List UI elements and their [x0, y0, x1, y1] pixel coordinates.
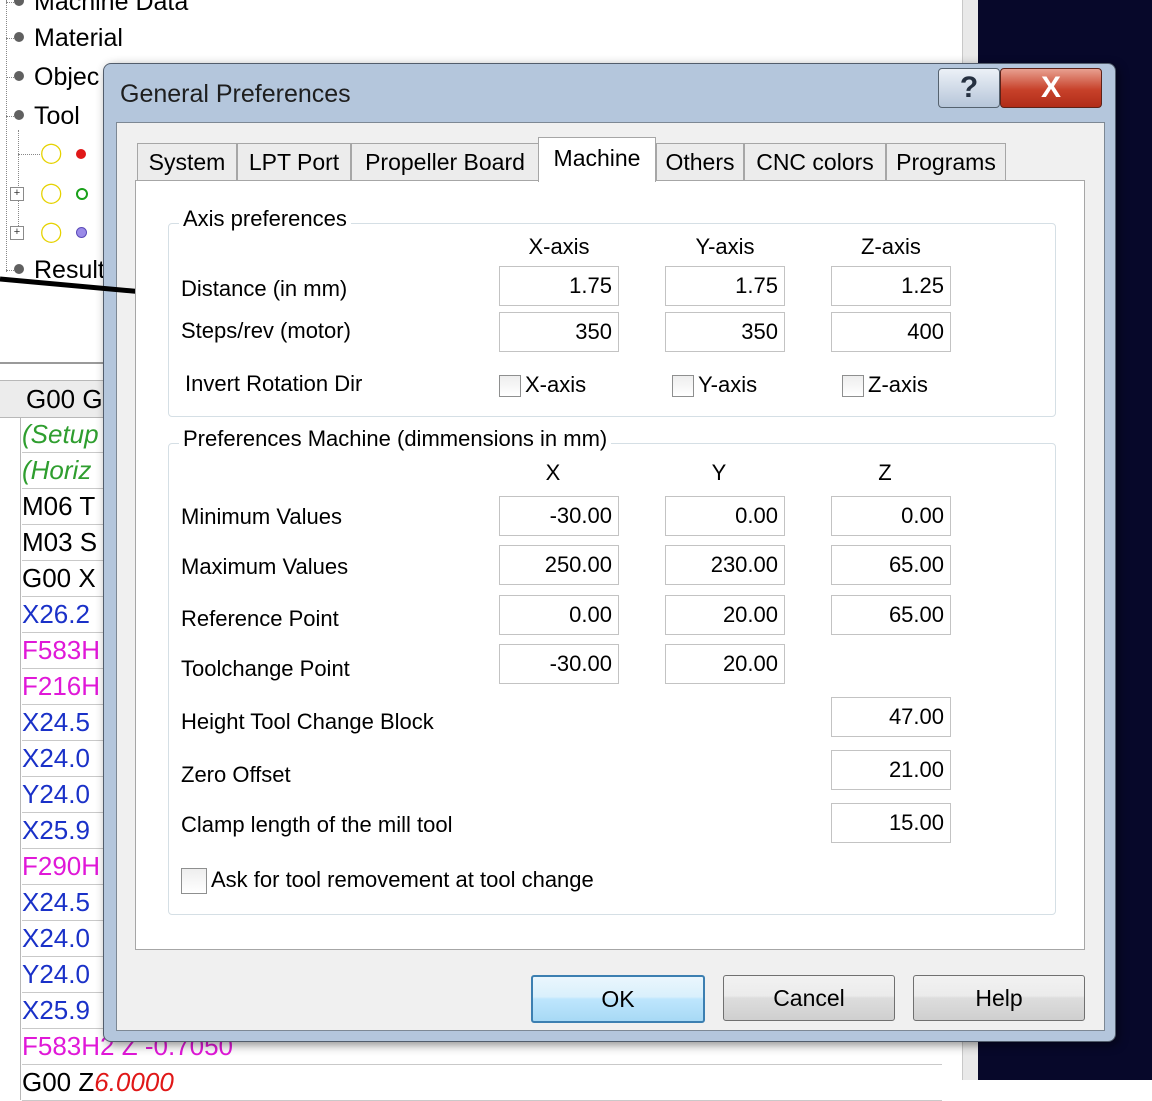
- checkbox-label: Y-axis: [698, 372, 758, 397]
- min-y-field[interactable]: 0.00: [665, 496, 785, 536]
- lightbulb-icon: ◯: [40, 142, 63, 164]
- code-line-last[interactable]: G00 Z6.0000: [22, 1064, 942, 1101]
- steps-y-field[interactable]: 350: [665, 312, 785, 352]
- ask-tool-removement-checkbox[interactable]: Ask for tool removement at tool change: [181, 867, 594, 895]
- tree-item-object[interactable]: Objec: [0, 61, 99, 93]
- column-header-z-axis: Z-axis: [861, 234, 921, 259]
- lightbulb-icon: ◯: [40, 182, 63, 204]
- purple-dot-icon: [76, 227, 87, 238]
- checkbox-box[interactable]: [499, 375, 521, 398]
- expand-icon[interactable]: +: [10, 187, 24, 201]
- distance-y-field[interactable]: 1.75: [665, 266, 785, 306]
- tree-item-machine-data[interactable]: Machine Data: [0, 0, 188, 18]
- tree-node-icon: [14, 71, 24, 82]
- zero-offset-field[interactable]: 21.00: [831, 750, 951, 790]
- checkbox-box[interactable]: [672, 375, 694, 398]
- green-dot-icon: [76, 188, 88, 200]
- dialog-client-area: System LPT Port Propeller Board Machine …: [116, 122, 1105, 1031]
- cancel-button[interactable]: Cancel: [723, 975, 895, 1021]
- dialog-title: General Preferences: [120, 80, 351, 108]
- ref-x-field[interactable]: 0.00: [499, 595, 619, 635]
- column-header-y: Y: [711, 460, 727, 485]
- min-z-field[interactable]: 0.00: [831, 496, 951, 536]
- expand-icon[interactable]: +: [10, 226, 24, 240]
- tree-item-label: Machine Data: [34, 0, 189, 16]
- tree-item-label: Tool: [34, 102, 80, 130]
- red-dot-icon: [76, 149, 86, 159]
- reference-point-label: Reference Point: [181, 606, 339, 631]
- distance-label: Distance (in mm): [181, 276, 348, 301]
- tab-system[interactable]: System: [137, 143, 237, 180]
- tree-node-icon: [14, 32, 24, 43]
- lightbulb-icon: ◯: [40, 221, 63, 243]
- column-header-y-axis: Y-axis: [695, 234, 755, 259]
- checkbox-box[interactable]: [842, 375, 864, 398]
- close-icon[interactable]: X: [1000, 68, 1102, 108]
- tree-item-label: Objec: [34, 63, 100, 91]
- group-title: Axis preferences: [179, 206, 351, 232]
- code-bottom-prefix: G00 Z: [22, 1067, 95, 1097]
- tab-lpt-port[interactable]: LPT Port: [237, 143, 351, 180]
- height-tool-change-label: Height Tool Change Block: [181, 709, 434, 734]
- tab-propeller-board[interactable]: Propeller Board: [351, 143, 539, 180]
- maximum-values-label: Maximum Values: [181, 554, 349, 579]
- tree-node-icon: [14, 110, 24, 121]
- tree-node-icon: [14, 264, 24, 275]
- steps-x-field[interactable]: 350: [499, 312, 619, 352]
- tree-item-label: Result: [34, 256, 105, 284]
- column-header-x: X: [545, 460, 561, 485]
- zero-offset-label: Zero Offset: [181, 762, 291, 787]
- axis-preferences-group: Axis preferences X-axis Y-axis Z-axis Di…: [168, 206, 1056, 417]
- ref-z-field[interactable]: 65.00: [831, 595, 951, 635]
- ok-button[interactable]: OK: [531, 975, 705, 1023]
- tree-item-material[interactable]: Material: [0, 22, 123, 54]
- column-header-z: Z: [878, 460, 892, 485]
- help-button[interactable]: Help: [913, 975, 1085, 1021]
- tree-item-result[interactable]: Result: [0, 254, 105, 286]
- height-tool-change-field[interactable]: 47.00: [831, 697, 951, 737]
- machine-tab-panel: Axis preferences X-axis Y-axis Z-axis Di…: [135, 180, 1085, 950]
- clamp-length-label: Clamp length of the mill tool: [181, 812, 453, 837]
- minimum-values-label: Minimum Values: [181, 504, 342, 529]
- max-x-field[interactable]: 250.00: [499, 545, 619, 585]
- code-gutter: [0, 380, 21, 1100]
- checkbox-label: Z-axis: [868, 372, 928, 397]
- code-bottom-value: 6.0000: [94, 1067, 174, 1097]
- ref-y-field[interactable]: 20.00: [665, 595, 785, 635]
- invert-rotation-label: Invert Rotation Dir: [185, 371, 363, 396]
- tab-programs[interactable]: Programs: [886, 143, 1006, 180]
- toolchange-x-field[interactable]: -30.00: [499, 644, 619, 684]
- distance-z-field[interactable]: 1.25: [831, 266, 951, 306]
- group-title: Preferences Machine (dimmensions in mm): [179, 426, 612, 452]
- tab-cnc-colors[interactable]: CNC colors: [744, 143, 886, 180]
- steps-z-field[interactable]: 400: [831, 312, 951, 352]
- invert-z-checkbox[interactable]: Z-axis: [842, 372, 928, 398]
- clamp-length-field[interactable]: 15.00: [831, 803, 951, 843]
- invert-y-checkbox[interactable]: Y-axis: [672, 372, 757, 398]
- tree-item-label: Material: [34, 24, 123, 52]
- tree-sub-connector: [18, 130, 19, 234]
- checkbox-box[interactable]: [181, 868, 207, 895]
- steps-rev-label: Steps/rev (motor): [181, 318, 351, 343]
- general-preferences-dialog: General Preferences ? X System LPT Port …: [103, 63, 1116, 1042]
- help-icon[interactable]: ?: [938, 68, 1000, 108]
- invert-x-checkbox[interactable]: X-axis: [499, 372, 586, 398]
- checkbox-label: X-axis: [525, 372, 587, 397]
- toolchange-y-field[interactable]: 20.00: [665, 644, 785, 684]
- tree-node-icon: [14, 0, 24, 7]
- toolchange-point-label: Toolchange Point: [181, 656, 350, 681]
- machine-preferences-group: Preferences Machine (dimmensions in mm) …: [168, 426, 1056, 915]
- tree-item-tool[interactable]: Tool: [0, 100, 80, 132]
- code-header-text: G00 G: [26, 384, 103, 414]
- distance-x-field[interactable]: 1.75: [499, 266, 619, 306]
- max-z-field[interactable]: 65.00: [831, 545, 951, 585]
- tab-others[interactable]: Others: [656, 143, 744, 180]
- checkbox-label: Ask for tool removement at tool change: [211, 867, 594, 892]
- max-y-field[interactable]: 230.00: [665, 545, 785, 585]
- min-x-field[interactable]: -30.00: [499, 496, 619, 536]
- tab-machine[interactable]: Machine: [538, 137, 656, 182]
- column-header-x-axis: X-axis: [528, 234, 590, 259]
